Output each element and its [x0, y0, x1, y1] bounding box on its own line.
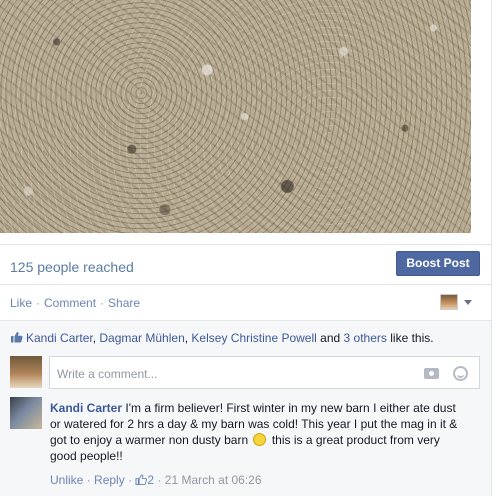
unlike-link[interactable]: Unlike [50, 473, 83, 487]
comment-placeholder: Write a comment... [57, 367, 158, 381]
liker-name[interactable]: Dagmar Mühlen [99, 331, 184, 345]
others-link[interactable]: 3 others [344, 331, 387, 345]
thumbs-up-icon [11, 332, 23, 343]
post-stats-row: 125 people reached Boost Post [0, 244, 491, 282]
smiley-icon[interactable] [453, 366, 468, 381]
reply-link[interactable]: Reply [94, 473, 125, 487]
comment-composer: Write a comment... [10, 356, 480, 389]
page-avatar [440, 294, 458, 310]
comment-likes[interactable]: 2 [135, 473, 157, 487]
separator: · [100, 296, 105, 310]
comment-meta: Unlike · Reply · 2 · 21 March at 06:26 [50, 473, 262, 487]
feedback-section: Kandi Carter, Dagmar Mühlen, Kelsey Chri… [0, 320, 491, 496]
action-links: Like · Comment · Share [10, 296, 140, 310]
chevron-down-icon [464, 300, 472, 305]
separator: · [86, 473, 91, 487]
comment-input[interactable]: Write a comment... [49, 356, 480, 389]
liker-name[interactable]: Kelsey Christine Powell [191, 331, 316, 345]
separator: · [128, 473, 133, 487]
boost-post-button[interactable]: Boost Post [396, 251, 480, 276]
thumbs-up-icon [135, 474, 148, 485]
camera-icon[interactable] [424, 368, 439, 379]
separator: · [36, 296, 41, 310]
comment-like-count: 2 [147, 473, 155, 487]
like-link[interactable]: Like [10, 296, 32, 310]
post-photo[interactable] [0, 0, 471, 233]
separator: · [157, 473, 162, 487]
comment-body: Kandi Carter I'm a firm believer! First … [50, 400, 468, 464]
avatar[interactable] [10, 397, 42, 429]
post-as-selector[interactable] [440, 294, 480, 312]
post-actions: Like · Comment · Share [0, 284, 491, 320]
likes-and: and [320, 331, 341, 345]
comment-author[interactable]: Kandi Carter [50, 401, 122, 415]
smiley-icon [253, 433, 267, 446]
column-divider [491, 0, 492, 496]
comment-link[interactable]: Comment [44, 296, 96, 310]
avatar [10, 356, 42, 388]
likes-suffix: like this. [390, 331, 434, 345]
comment-timestamp[interactable]: 21 March at 06:26 [165, 473, 262, 487]
share-link[interactable]: Share [108, 296, 140, 310]
reach-count[interactable]: 125 people reached [10, 259, 134, 275]
likes-summary: Kandi Carter, Dagmar Mühlen, Kelsey Chri… [10, 331, 434, 345]
liker-name[interactable]: Kandi Carter [26, 331, 93, 345]
